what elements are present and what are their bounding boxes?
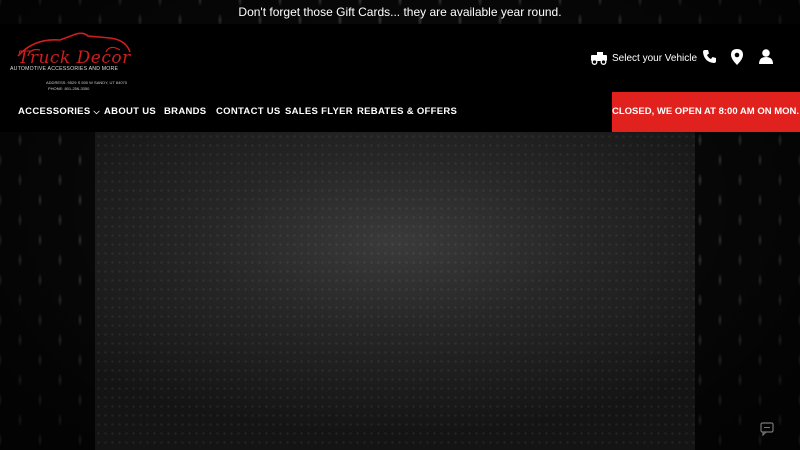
logo-address: ADDRESS: 9529 S 500 W SANDY, UT 84070: [46, 80, 128, 85]
logo-phone: PHONE: 801-256-3350: [48, 86, 90, 91]
nav-item-rebates-offers[interactable]: REBATES & OFFERS: [357, 92, 457, 132]
phone-icon[interactable]: [702, 49, 717, 64]
hero-panel: [95, 132, 695, 450]
store-hours-button[interactable]: CLOSED, WE OPEN AT 8:00 AM ON MON.⌵: [612, 92, 800, 132]
chevron-down-icon: ⌵: [93, 107, 100, 116]
store-hours-label: CLOSED, WE OPEN AT 8:00 AM ON MON.: [612, 106, 800, 117]
site-logo[interactable]: Truck Decor AUTOMOTIVE ACCESSORIES AND M…: [8, 28, 140, 91]
truck-icon: [591, 52, 607, 65]
site-header: Truck Decor AUTOMOTIVE ACCESSORIES AND M…: [0, 24, 800, 92]
select-vehicle-button[interactable]: Select your Vehicle: [590, 50, 697, 66]
announcement-bar: Don't forget those Gift Cards... they ar…: [238, 5, 562, 19]
logo-brand: Truck Decor: [18, 48, 131, 68]
account-icon[interactable]: [759, 49, 773, 64]
nav-item-label: ACCESSORIES: [18, 106, 91, 117]
main-navigation: ACCESSORIES ⌵ ABOUT US BRANDS CONTACT US …: [0, 92, 800, 132]
nav-item-accessories[interactable]: ACCESSORIES ⌵: [18, 92, 100, 132]
logo-tagline: AUTOMOTIVE ACCESSORIES AND MORE: [10, 66, 119, 72]
nav-item-sales-flyer[interactable]: SALES FLYER: [285, 92, 353, 132]
nav-item-about-us[interactable]: ABOUT US: [104, 92, 156, 132]
select-vehicle-label: Select your Vehicle: [612, 52, 698, 64]
nav-item-contact-us[interactable]: CONTACT US: [216, 92, 281, 132]
nav-item-brands[interactable]: BRANDS: [164, 92, 206, 132]
chat-icon[interactable]: [760, 422, 774, 436]
location-icon[interactable]: [731, 49, 743, 65]
